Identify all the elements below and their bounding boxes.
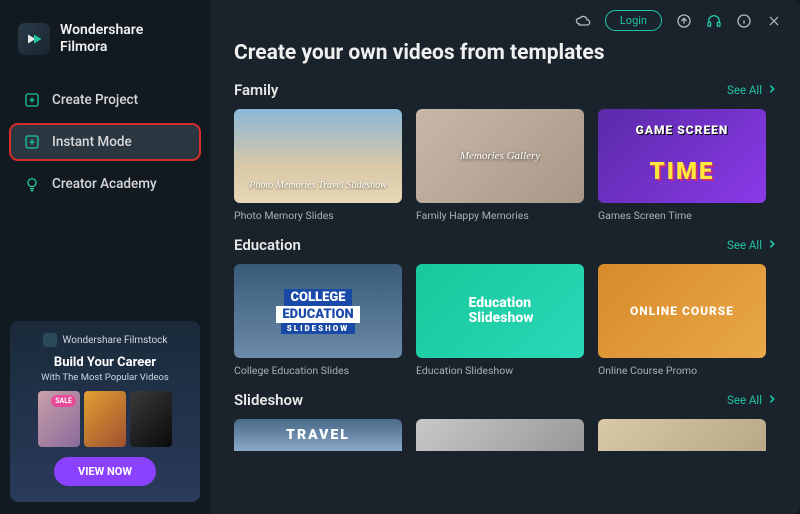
template-card[interactable]: COLLEGE EDUCATION SLIDESHOW College Educ…: [234, 264, 402, 377]
template-thumb: Education Slideshow: [416, 264, 584, 358]
promo-thumb: SALE: [38, 391, 80, 447]
section-title: Slideshow: [234, 391, 303, 409]
see-all-education[interactable]: See All: [727, 238, 776, 252]
template-card[interactable]: GAME SCREEN TIME Games Screen Time: [598, 109, 766, 222]
brand: Wondershare Filmora: [10, 12, 200, 76]
section-title: Family: [234, 81, 278, 99]
template-card[interactable]: ONLINE COURSE Online Course Promo: [598, 264, 766, 377]
promo-thumb: [130, 391, 172, 447]
sidebar-item-label: Create Project: [52, 92, 138, 108]
template-label: Games Screen Time: [598, 209, 766, 222]
content: Create your own videos from templates Fa…: [210, 37, 800, 465]
template-thumb: COLLEGE EDUCATION SLIDESHOW: [234, 264, 402, 358]
sale-badge: SALE: [51, 395, 76, 407]
template-card[interactable]: [598, 419, 766, 451]
section-title: Education: [234, 236, 301, 254]
see-all-family[interactable]: See All: [727, 83, 776, 97]
login-button[interactable]: Login: [605, 10, 662, 31]
close-icon[interactable]: [766, 13, 782, 29]
promo-images: SALE: [20, 391, 190, 447]
section-slideshow: Slideshow See All TRAVEL: [234, 391, 776, 451]
template-thumb: TRAVEL: [234, 419, 402, 451]
brand-name: Wondershare Filmora: [60, 22, 143, 56]
plus-square-icon: [24, 92, 40, 108]
sidebar-item-instant-mode[interactable]: Instant Mode: [10, 124, 200, 160]
promo-view-now-button[interactable]: VIEW NOW: [54, 457, 156, 486]
upload-icon[interactable]: [676, 13, 692, 29]
template-thumb: ONLINE COURSE: [598, 264, 766, 358]
titlebar: Login: [210, 0, 800, 37]
headphones-icon[interactable]: [706, 13, 722, 29]
info-icon[interactable]: [736, 13, 752, 29]
template-label: Family Happy Memories: [416, 209, 584, 222]
sidebar: Wondershare Filmora Create Project Insta…: [0, 0, 210, 514]
template-thumb: Photo Memories Travel Slideshow: [234, 109, 402, 203]
template-card[interactable]: Memories Gallery Family Happy Memories: [416, 109, 584, 222]
promo-subtitle: With The Most Popular Videos: [20, 372, 190, 383]
template-thumb: [598, 419, 766, 451]
promo-thumb: [84, 391, 126, 447]
sidebar-item-label: Instant Mode: [52, 134, 132, 150]
sidebar-item-label: Creator Academy: [52, 176, 157, 192]
template-label: Photo Memory Slides: [234, 209, 402, 222]
template-label: College Education Slides: [234, 364, 402, 377]
brand-logo-icon: [18, 23, 50, 55]
chevron-right-icon: [768, 238, 776, 252]
promo-title: Build Your Career: [20, 355, 190, 370]
chevron-right-icon: [768, 83, 776, 97]
template-card[interactable]: [416, 419, 584, 451]
lightbulb-icon: [24, 176, 40, 192]
main-panel: Login Create your own videos from templa…: [210, 0, 800, 514]
promo-brand: Wondershare Filmstock: [20, 333, 190, 347]
page-title: Create your own videos from templates: [234, 41, 776, 65]
section-education: Education See All COLLEGE EDUCATION SLID…: [234, 236, 776, 377]
chevron-right-icon: [768, 393, 776, 407]
sidebar-nav: Create Project Instant Mode Creator Acad…: [10, 82, 200, 202]
template-thumb: GAME SCREEN TIME: [598, 109, 766, 203]
sidebar-item-create-project[interactable]: Create Project: [10, 82, 200, 118]
sidebar-item-creator-academy[interactable]: Creator Academy: [10, 166, 200, 202]
promo-card[interactable]: Wondershare Filmstock Build Your Career …: [10, 321, 200, 502]
see-all-slideshow[interactable]: See All: [727, 393, 776, 407]
template-thumb: [416, 419, 584, 451]
template-card[interactable]: TRAVEL: [234, 419, 402, 451]
plus-square-icon: [24, 134, 40, 150]
template-label: Education Slideshow: [416, 364, 584, 377]
template-thumb: Memories Gallery: [416, 109, 584, 203]
template-card[interactable]: Photo Memories Travel Slideshow Photo Me…: [234, 109, 402, 222]
template-label: Online Course Promo: [598, 364, 766, 377]
template-card[interactable]: Education Slideshow Education Slideshow: [416, 264, 584, 377]
cloud-icon[interactable]: [575, 13, 591, 29]
section-family: Family See All Photo Memories Travel Sli…: [234, 81, 776, 222]
filmstock-logo-icon: [43, 333, 57, 347]
